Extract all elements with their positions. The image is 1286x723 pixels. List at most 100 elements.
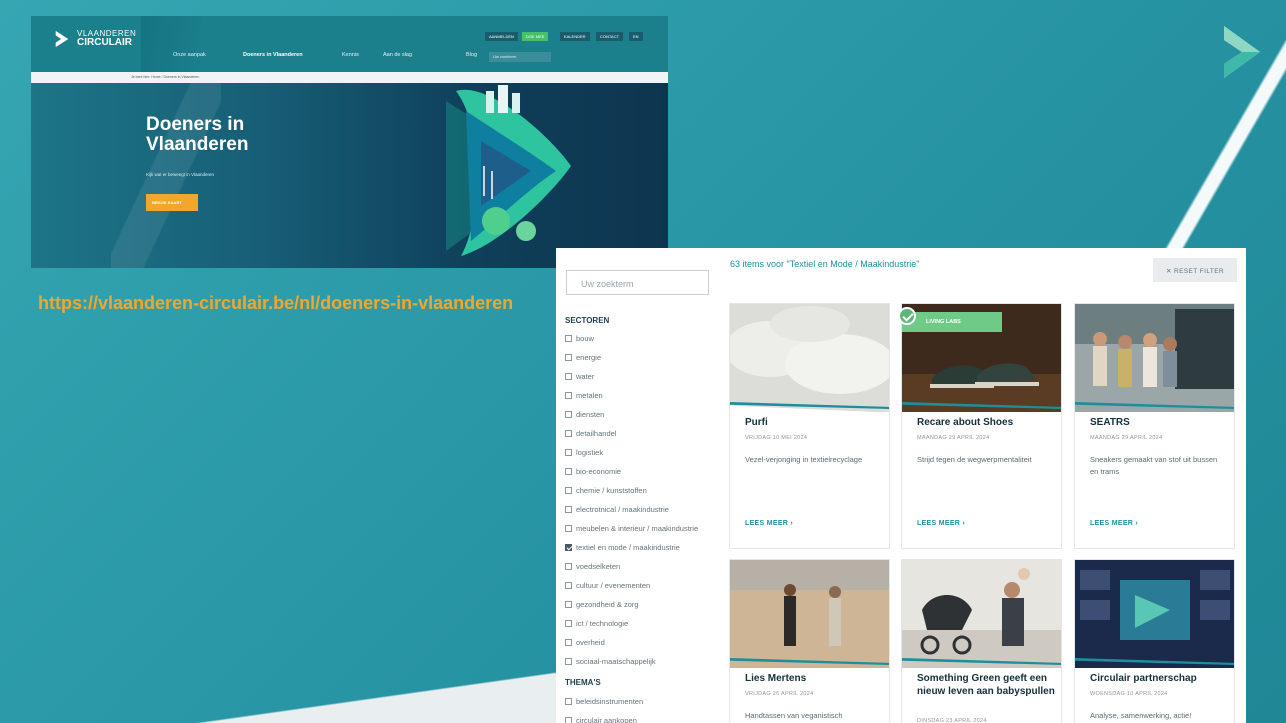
hero-title: Doeners in Vlaanderen [146, 115, 248, 155]
card-title: Purfi [745, 417, 768, 428]
filter-label: bouw [576, 333, 594, 343]
read-more-link[interactable]: LEES MEER › [1090, 520, 1138, 527]
results-count: 63 items voor "Textiel en Mode / Maakind… [730, 259, 920, 269]
project-card[interactable]: Purfi VRIJDAG 10 MEI 2024 Vezel-verjongi… [729, 303, 890, 549]
card-date: MAANDAG 29 APRIL 2024 [917, 435, 990, 441]
filter-option[interactable]: water [565, 370, 594, 382]
filter-label: metalen [576, 390, 603, 400]
filter-option[interactable]: ict / technologie [565, 617, 628, 629]
calendar-link[interactable]: KALENDER [560, 32, 590, 41]
checkbox[interactable] [565, 638, 572, 646]
project-card[interactable]: Circulair partnerschap WOENSDAG 10 APRIL… [1074, 559, 1235, 723]
checkbox[interactable] [565, 697, 572, 705]
filter-option[interactable]: overheid [565, 636, 605, 648]
checkbox[interactable] [565, 619, 572, 627]
menu-item-blog[interactable]: Blog [466, 52, 477, 58]
sectors-heading: SECTOREN [565, 316, 610, 325]
filter-option[interactable]: logistiek [565, 446, 603, 458]
card-date: MAANDAG 29 APRIL 2024 [1090, 435, 1163, 441]
vlaanderen-circulair-logo-icon [1224, 26, 1260, 78]
card-title: Lies Mertens [745, 673, 807, 684]
checkbox[interactable] [565, 353, 572, 361]
checkbox[interactable] [565, 372, 572, 380]
filter-label: diensten [576, 409, 605, 419]
checkbox[interactable] [565, 581, 572, 589]
project-card[interactable]: Something Green geeft een nieuw leven aa… [901, 559, 1062, 723]
filter-option[interactable]: electrotnical / maakindustrie [565, 503, 669, 515]
join-button[interactable]: DOE MEE [522, 32, 549, 41]
language-switch[interactable]: EN [629, 32, 643, 41]
filter-option[interactable]: textiel en mode / maakindustrie [565, 541, 680, 553]
filter-label: overheid [576, 637, 605, 647]
site-brand[interactable]: VLAANDEREN CIRCULAIR [53, 30, 136, 48]
filter-option[interactable]: chemie / kunststoffen [565, 484, 647, 496]
checkbox[interactable] [565, 467, 572, 475]
card-description: Handtassen van veganistisch [745, 711, 843, 720]
filter-label: beleidsinstrumenten [576, 696, 644, 706]
checkbox[interactable] [565, 600, 572, 608]
project-card[interactable]: LIVING LABS Recare about Shoes MAANDAG 2… [898, 303, 1062, 549]
filter-label: detailhandel [576, 428, 617, 438]
hero-illustration [446, 85, 571, 256]
card-date: VRIJDAG 10 MEI 2024 [745, 435, 808, 441]
checkbox[interactable] [565, 562, 572, 570]
card-description: Strijd tegen de wegwerpmentaliteit [917, 455, 1032, 464]
card-title: SEATRS [1090, 417, 1130, 428]
living-labs-badge: LIVING LABS [902, 312, 1002, 332]
menu-item-onze-aanpak[interactable]: Onze aanpak [173, 52, 206, 58]
card-image-beach [730, 560, 889, 668]
filter-option[interactable]: diensten [565, 408, 604, 420]
read-more-link[interactable]: LEES MEER › [745, 520, 793, 527]
hero-subtitle: Kijk wat er beweegt in Vlaanderen [146, 172, 215, 177]
read-more-link[interactable]: LEES MEER › [917, 520, 965, 527]
card-date: DINSDAG 23 APRIL 2024 [917, 718, 987, 723]
filter-option[interactable]: sociaal-maatschappelijk [565, 655, 656, 667]
view-map-button[interactable]: BEKIJK KAART [146, 194, 198, 211]
checkbox[interactable] [565, 448, 572, 456]
brand-name: VLAANDEREN CIRCULAIR [77, 30, 136, 48]
filter-label: circulair aankopen [576, 715, 637, 723]
website-screenshot-header: VLAANDEREN CIRCULAIR Onze aanpak Doeners… [31, 16, 668, 268]
filter-option[interactable]: cultuur / evenementen [565, 579, 650, 591]
filter-label: ict / technologie [576, 618, 629, 628]
filter-option[interactable]: meubelen & interieur / maakindustrie [565, 522, 698, 534]
source-url: https://vlaanderen-circulair.be/nl/doene… [38, 293, 514, 313]
card-title: Recare about Shoes [917, 417, 1014, 428]
contact-link[interactable]: CONTACT [596, 32, 624, 41]
filter-option[interactable]: detailhandel [565, 427, 616, 439]
listing-search-input[interactable]: Uw zoekterm [566, 270, 709, 295]
menu-item-aan-de-slag[interactable]: Aan de slag [383, 52, 412, 58]
project-card[interactable]: SEATRS MAANDAG 29 APRIL 2024 Sneakers ge… [1074, 303, 1235, 549]
checkbox[interactable] [565, 486, 572, 494]
checkbox[interactable] [565, 334, 572, 342]
checkbox[interactable] [565, 543, 572, 551]
filter-option[interactable]: beleidsinstrumenten [565, 695, 643, 707]
checkbox[interactable] [565, 410, 572, 418]
checkbox[interactable] [565, 505, 572, 513]
site-search-input[interactable]: Uw zoekterm [489, 52, 551, 62]
card-title: Circulair partnerschap [1090, 673, 1197, 684]
checkbox[interactable] [565, 391, 572, 399]
filter-label: meubelen & interieur / maakindustrie [576, 523, 699, 533]
checkbox[interactable] [565, 429, 572, 437]
filter-option[interactable]: metalen [565, 389, 603, 401]
filter-option[interactable]: voedselketen [565, 560, 620, 572]
login-link[interactable]: AANMELDEN [485, 32, 518, 41]
filter-option[interactable]: energie [565, 351, 601, 363]
navbar-decoration [141, 16, 201, 72]
hero-title-line-2: Vlaanderen [146, 134, 249, 155]
menu-item-kennis[interactable]: Kennis [342, 52, 359, 58]
filter-option[interactable]: gezondheid & zorg [565, 598, 639, 610]
filter-option[interactable]: bio-economie [565, 465, 621, 477]
checkbox[interactable] [565, 657, 572, 665]
project-card[interactable]: Lies Mertens VRIJDAG 26 APRIL 2024 Handt… [729, 559, 890, 723]
menu-item-doeners[interactable]: Doeners in Vlaanderen [243, 52, 303, 58]
filter-option[interactable]: circulair aankopen [565, 714, 637, 723]
reset-filter-button[interactable]: ✕ RESET FILTER [1153, 258, 1237, 282]
checkbox[interactable] [565, 716, 572, 723]
filter-option[interactable]: bouw [565, 332, 594, 344]
card-image-people-bus [1075, 304, 1234, 412]
card-description: Sneakers gemaakt van stof uit bussen en … [1090, 455, 1218, 476]
brand-bottom: CIRCULAIR [77, 37, 132, 48]
checkbox[interactable] [565, 524, 572, 532]
